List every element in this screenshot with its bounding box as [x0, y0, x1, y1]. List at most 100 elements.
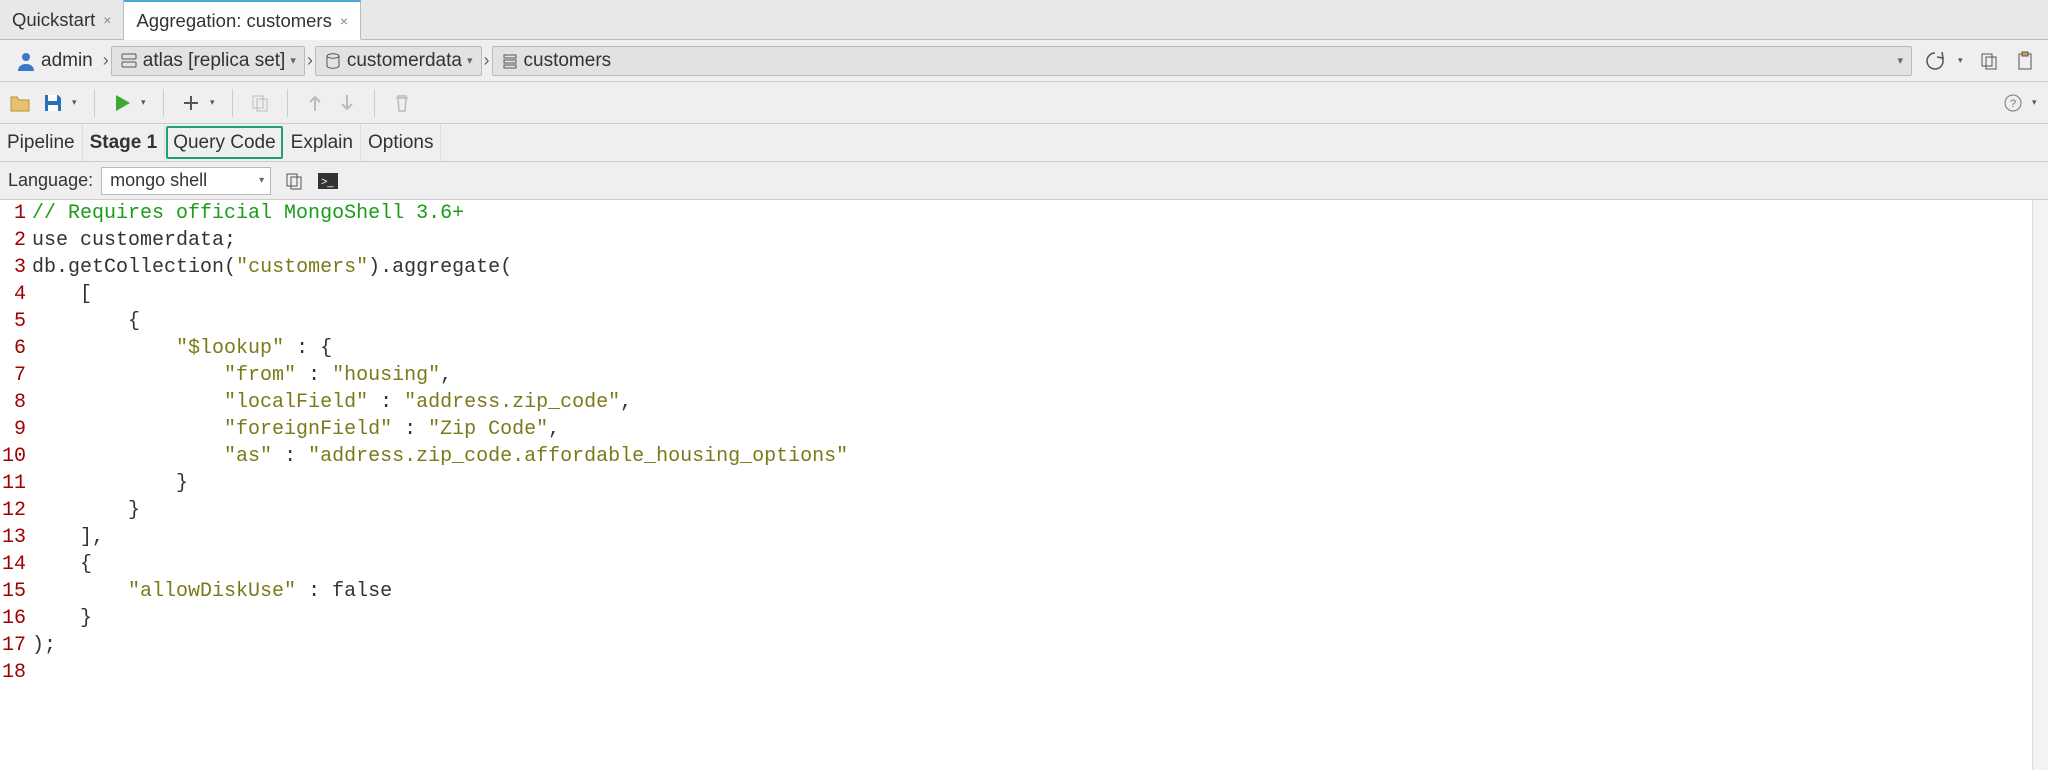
tab-stage-1[interactable]: Stage 1: [83, 124, 166, 161]
help-icon: ?: [2003, 93, 2023, 113]
vertical-scrollbar[interactable]: [2032, 200, 2048, 770]
code-token: "$lookup": [176, 337, 284, 360]
code-line[interactable]: "from" : "housing",: [32, 362, 2048, 389]
code-line[interactable]: {: [32, 308, 2048, 335]
line-number: 8: [2, 389, 26, 416]
line-number: 2: [2, 227, 26, 254]
code-line[interactable]: "allowDiskUse" : false: [32, 578, 2048, 605]
language-label: Language:: [8, 170, 93, 191]
duplicate-button[interactable]: [245, 88, 275, 118]
chevron-down-icon[interactable]: ▾: [139, 97, 151, 108]
code-line[interactable]: [32, 659, 2048, 686]
separator: [232, 89, 233, 117]
svg-text:?: ?: [2010, 98, 2016, 110]
tab-label: Stage 1: [90, 132, 158, 154]
code-line[interactable]: );: [32, 632, 2048, 659]
delete-button[interactable]: [387, 88, 417, 118]
duplicate-icon: [250, 93, 270, 113]
chevron-down-icon: ▾: [290, 54, 296, 67]
code-token: }: [32, 472, 188, 495]
line-number: 6: [2, 335, 26, 362]
line-number: 7: [2, 362, 26, 389]
copy-icon: [1979, 51, 1999, 71]
add-button[interactable]: [176, 88, 206, 118]
code-line[interactable]: }: [32, 497, 2048, 524]
tab-quickstart[interactable]: Quickstart ×: [0, 0, 124, 39]
folder-open-icon: [9, 92, 33, 114]
code-token: ).aggregate(: [368, 256, 512, 279]
tab-query-code[interactable]: Query Code: [166, 126, 282, 159]
line-number: 15: [2, 578, 26, 605]
tab-label: Pipeline: [7, 132, 75, 154]
line-number: 9: [2, 416, 26, 443]
tab-options[interactable]: Options: [361, 124, 441, 161]
svg-text:>_: >_: [321, 176, 334, 188]
code-token: :: [296, 364, 332, 387]
code-token: "Zip Code": [428, 418, 548, 441]
code-line[interactable]: }: [32, 605, 2048, 632]
editor-code[interactable]: // Requires official MongoShell 3.6+use …: [30, 200, 2048, 770]
tab-aggregation[interactable]: Aggregation: customers ×: [124, 0, 361, 40]
paste-button[interactable]: [2010, 46, 2040, 76]
breadcrumb-database[interactable]: customerdata ▾: [315, 46, 482, 76]
code-line[interactable]: }: [32, 470, 2048, 497]
code-token: : {: [284, 337, 332, 360]
code-line[interactable]: use customerdata;: [32, 227, 2048, 254]
code-line[interactable]: ],: [32, 524, 2048, 551]
line-number: 5: [2, 308, 26, 335]
chevron-down-icon[interactable]: ▾: [70, 97, 82, 108]
code-line[interactable]: "foreignField" : "Zip Code",: [32, 416, 2048, 443]
save-button[interactable]: [38, 88, 68, 118]
code-line[interactable]: "$lookup" : {: [32, 335, 2048, 362]
chevron-down-icon[interactable]: ▾: [208, 97, 220, 108]
database-icon: [324, 52, 342, 70]
breadcrumb-collection-label: customers: [524, 50, 612, 72]
code-line[interactable]: {: [32, 551, 2048, 578]
code-token: :: [392, 418, 428, 441]
chevron-down-icon[interactable]: ▾: [1956, 55, 1968, 66]
code-token: "from": [224, 364, 296, 387]
tab-label: Quickstart: [12, 9, 95, 31]
line-number: 17: [2, 632, 26, 659]
code-token: [32, 391, 224, 414]
copy-button[interactable]: [1974, 46, 2004, 76]
tab-explain[interactable]: Explain: [284, 124, 361, 161]
line-number: 1: [2, 200, 26, 227]
code-token: :: [272, 445, 308, 468]
code-token: ],: [32, 526, 116, 549]
open-button[interactable]: [6, 88, 36, 118]
refresh-button[interactable]: [1920, 46, 1950, 76]
line-number: 18: [2, 659, 26, 686]
code-line[interactable]: "localField" : "address.zip_code",: [32, 389, 2048, 416]
chevron-right-icon: ›: [101, 50, 111, 71]
close-icon[interactable]: ×: [103, 12, 111, 28]
breadcrumb-user[interactable]: admin: [8, 47, 101, 75]
code-line[interactable]: "as" : "address.zip_code.affordable_hous…: [32, 443, 2048, 470]
code-token: );: [32, 634, 56, 657]
code-token: [32, 580, 128, 603]
code-line[interactable]: // Requires official MongoShell 3.6+: [32, 200, 2048, 227]
code-token: [32, 418, 224, 441]
copy-code-button[interactable]: [279, 166, 309, 196]
code-token: {: [32, 310, 140, 333]
open-shell-button[interactable]: >_: [313, 166, 343, 196]
run-button[interactable]: [107, 88, 137, 118]
breadcrumb-collection[interactable]: customers ▾: [492, 46, 1912, 76]
code-line[interactable]: db.getCollection("customers").aggregate(: [32, 254, 2048, 281]
language-bar: Language: mongo shell ▾ >_: [0, 162, 2048, 200]
breadcrumb-right-tools: ▾: [1920, 46, 2040, 76]
move-down-button[interactable]: [332, 88, 362, 118]
code-line[interactable]: [: [32, 281, 2048, 308]
help-button[interactable]: ?: [1998, 88, 2028, 118]
code-token: {: [32, 553, 92, 576]
editor-gutter: 123456789101112131415161718: [0, 200, 30, 770]
tab-pipeline[interactable]: Pipeline: [0, 124, 83, 161]
close-icon[interactable]: ×: [340, 13, 348, 29]
code-editor[interactable]: 123456789101112131415161718 // Requires …: [0, 200, 2048, 770]
plus-icon: [181, 93, 201, 113]
move-up-button[interactable]: [300, 88, 330, 118]
language-select[interactable]: mongo shell ▾: [101, 167, 271, 195]
terminal-icon: >_: [317, 171, 339, 191]
chevron-down-icon[interactable]: ▾: [2030, 97, 2042, 108]
breadcrumb-cluster[interactable]: atlas [replica set] ▾: [111, 46, 305, 76]
